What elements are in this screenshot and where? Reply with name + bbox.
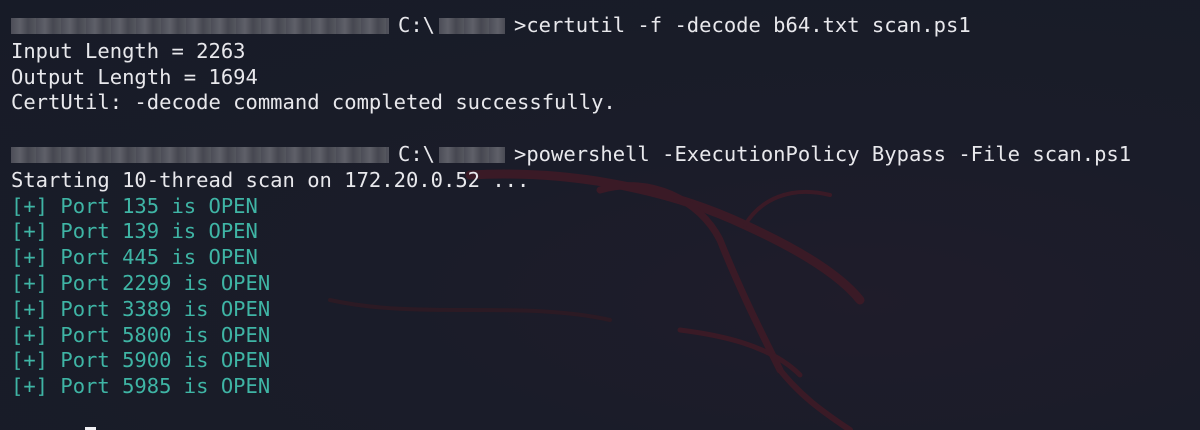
scan-start-line: Starting 10-thread scan on 172.20.0.52 .… [11,167,530,192]
open-port-line: [+] Port 3389 is OPEN [11,296,271,321]
prompt-line-powershell: C:\ >powershell -ExecutionPolicy Bypass … [11,142,1200,168]
redacted-hostname [11,146,389,163]
open-port-line: [+] Port 135 is OPEN [11,193,258,218]
certutil-command: >certutil -f -decode b64.txt scan.ps1 [514,13,971,37]
open-port-line: [+] Port 139 is OPEN [11,219,258,244]
open-port-line: [+] Port 2299 is OPEN [11,270,271,295]
output-line: Input Length = 2263 [11,38,246,63]
redacted-path [439,146,505,163]
prompt-line-certutil: C:\ >certutil -f -decode b64.txt scan.ps… [11,13,1200,39]
open-port-line: [+] Port 5900 is OPEN [11,348,271,373]
input-line[interactable] [11,400,1200,430]
prompt-drive: C:\ [398,13,436,37]
open-port-line: [+] Port 5985 is OPEN [11,374,271,399]
redacted-path [439,18,505,34]
open-port-line: [+] Port 5800 is OPEN [11,322,271,347]
redacted-hostname [11,18,389,34]
terminal-window[interactable]: C:\ >certutil -f -decode b64.txt scan.ps… [0,0,1200,430]
output-line: Output Length = 1694 [11,64,258,89]
powershell-command: >powershell -ExecutionPolicy Bypass -Fil… [514,141,1132,166]
terminal-output: C:\ >certutil -f -decode b64.txt scan.ps… [11,13,1200,430]
prompt-drive: C:\ [398,141,436,166]
output-line: CertUtil: -decode command completed succ… [11,90,616,115]
open-port-line: [+] Port 445 is OPEN [11,245,258,270]
